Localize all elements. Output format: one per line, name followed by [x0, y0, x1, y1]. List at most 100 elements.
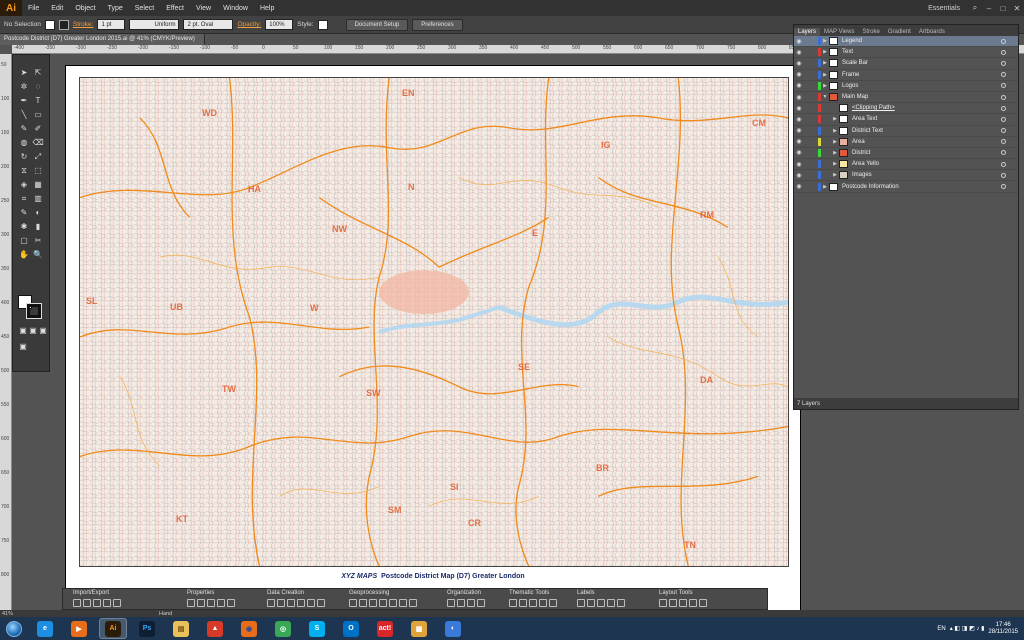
visibility-eye-icon[interactable]: ◉ — [794, 82, 804, 89]
document-setup-button[interactable]: Document Setup — [345, 18, 409, 31]
rotate-tool-icon[interactable]: ↻ — [18, 151, 30, 163]
expand-triangle-icon[interactable]: ▶ — [831, 139, 839, 145]
visibility-eye-icon[interactable]: ◉ — [794, 161, 804, 168]
vertical-ruler[interactable]: 50 100 150 200 250 300 350 400 450 500 550 600 650 70… — [0, 54, 12, 610]
taskbar-app-doc-icon[interactable]: ▦ — [405, 618, 433, 639]
taskbar-app-outlook-icon[interactable]: O — [337, 618, 365, 639]
map-tool-icon[interactable] — [317, 599, 325, 607]
target-circle-icon[interactable] — [1001, 49, 1006, 55]
map-tool-icon[interactable] — [73, 599, 81, 607]
tray-icons[interactable]: ▴ ◧ ◨ ◩ ♪ ▮ — [950, 625, 985, 632]
expand-triangle-icon[interactable]: ▶ — [831, 150, 839, 156]
paintbrush-tool-icon[interactable]: ✎ — [18, 123, 30, 135]
line-tool-icon[interactable]: ╲ — [18, 109, 30, 121]
stroke-color-icon[interactable] — [26, 303, 42, 319]
taskbar-app-files-icon[interactable]: ▤ — [167, 618, 195, 639]
selection-tool-icon[interactable]: ➤ — [18, 67, 30, 79]
taskbar-app-ie-icon[interactable]: e — [31, 618, 59, 639]
target-circle-icon[interactable] — [1001, 83, 1006, 89]
postcode-map[interactable]: WD EN CM IG HA N RM NW E SL UB W SE TW S… — [79, 77, 789, 567]
target-circle-icon[interactable] — [1001, 60, 1006, 66]
map-tool-icon[interactable] — [227, 599, 235, 607]
taskbar-app-act-icon[interactable]: act! — [371, 618, 399, 639]
menu-window[interactable]: Window — [217, 5, 254, 12]
zoom-tool-icon[interactable]: 🔍 — [32, 249, 44, 261]
symbol-sprayer-tool-icon[interactable]: ✱ — [18, 221, 30, 233]
map-tool-icon[interactable] — [217, 599, 225, 607]
map-tool-icon[interactable] — [519, 599, 527, 607]
target-circle-icon[interactable] — [1001, 161, 1006, 167]
expand-triangle-icon[interactable]: ▶ — [831, 128, 839, 134]
perspective-tool-icon[interactable]: ▦ — [32, 179, 44, 191]
expand-triangle-icon[interactable]: ▶ — [821, 184, 829, 190]
map-tool-icon[interactable] — [307, 599, 315, 607]
blob-brush-tool-icon[interactable]: ◍ — [18, 137, 30, 149]
taskbar-app-media-icon[interactable]: ▶ — [65, 618, 93, 639]
stroke-swatch[interactable] — [58, 19, 69, 30]
tab-artboards[interactable]: Artboards — [915, 28, 949, 36]
rectangle-tool-icon[interactable]: ▭ — [32, 109, 44, 121]
map-tool-icon[interactable] — [659, 599, 667, 607]
map-tool-icon[interactable] — [359, 599, 367, 607]
opacity-field[interactable]: 100% — [265, 19, 294, 30]
expand-triangle-icon[interactable]: ▶ — [821, 83, 829, 89]
draw-inside-icon[interactable]: ▣ — [37, 325, 49, 337]
visibility-eye-icon[interactable]: ◉ — [794, 183, 804, 190]
map-tool-icon[interactable] — [349, 599, 357, 607]
stroke-weight-field[interactable]: 1 pt — [97, 19, 126, 30]
map-tool-icon[interactable] — [277, 599, 285, 607]
expand-triangle-icon[interactable]: ▶ — [831, 161, 839, 167]
minimize-icon[interactable]: – — [982, 4, 996, 13]
map-tool-icon[interactable] — [447, 599, 455, 607]
map-tool-icon[interactable] — [409, 599, 417, 607]
map-tool-icon[interactable] — [207, 599, 215, 607]
target-circle-icon[interactable] — [1001, 72, 1006, 78]
document-tab[interactable]: Postcode District (D7) Greater London 20… — [0, 34, 205, 45]
mesh-tool-icon[interactable]: ⌗ — [18, 193, 30, 205]
map-tool-icon[interactable] — [587, 599, 595, 607]
menu-help[interactable]: Help — [254, 5, 280, 12]
map-tool-icon[interactable] — [113, 599, 121, 607]
map-tool-icon[interactable] — [577, 599, 585, 607]
menu-object[interactable]: Object — [69, 5, 101, 12]
lasso-tool-icon[interactable]: ◌ — [32, 81, 44, 93]
map-tool-icon[interactable] — [607, 599, 615, 607]
expand-triangle-icon[interactable]: ▶ — [831, 172, 839, 178]
taskbar-app-ai-icon[interactable]: Ai — [99, 618, 127, 639]
gradient-tool-icon[interactable]: ▥ — [32, 193, 44, 205]
taskbar-app-chrome-icon[interactable]: ◎ — [269, 618, 297, 639]
language-indicator[interactable]: EN — [937, 626, 945, 632]
shape-builder-tool-icon[interactable]: ◈ — [18, 179, 30, 191]
expand-triangle-icon[interactable]: ▶ — [821, 60, 829, 66]
column-graph-tool-icon[interactable]: ▮ — [32, 221, 44, 233]
layer-row[interactable]: ◉ ▶ Scale Bar — [794, 58, 1018, 70]
map-tool-icon[interactable] — [267, 599, 275, 607]
taskbar-app-firefox-icon[interactable]: ◉ — [235, 618, 263, 639]
target-circle-icon[interactable] — [1001, 105, 1006, 111]
magic-wand-tool-icon[interactable]: ✲ — [18, 81, 30, 93]
taskbar-app-ps-icon[interactable]: Ps — [133, 618, 161, 639]
map-tool-icon[interactable] — [529, 599, 537, 607]
scale-tool-icon[interactable]: ⤢ — [32, 151, 44, 163]
eyedropper-tool-icon[interactable]: ✎ — [18, 207, 30, 219]
fill-swatch[interactable] — [44, 19, 55, 30]
menu-effect[interactable]: Effect — [160, 5, 190, 12]
map-tool-icon[interactable] — [539, 599, 547, 607]
layer-row[interactable]: ◉ ▶ Legend — [794, 36, 1018, 48]
layer-row[interactable]: ◉ <Clipping Path> — [794, 103, 1018, 115]
layer-row[interactable]: ◉ ▶ Postcode Information — [794, 181, 1018, 193]
map-tool-icon[interactable] — [457, 599, 465, 607]
target-circle-icon[interactable] — [1001, 94, 1006, 100]
map-tool-icon[interactable] — [83, 599, 91, 607]
layer-row[interactable]: ◉ ▶ Logos — [794, 81, 1018, 92]
variable-width-profile[interactable]: Uniform — [129, 19, 180, 30]
preferences-button[interactable]: Preferences — [412, 18, 463, 31]
free-transform-tool-icon[interactable]: ⬚ — [32, 165, 44, 177]
map-tool-icon[interactable] — [477, 599, 485, 607]
layer-row[interactable]: ◉ ▶ Frame — [794, 70, 1018, 81]
target-circle-icon[interactable] — [1001, 184, 1006, 190]
map-tool-icon[interactable] — [699, 599, 707, 607]
pen-tool-icon[interactable]: ✒ — [18, 95, 30, 107]
zoom-level[interactable]: 41% — [2, 611, 13, 617]
taskbar-app-skype-icon[interactable]: S — [303, 618, 331, 639]
